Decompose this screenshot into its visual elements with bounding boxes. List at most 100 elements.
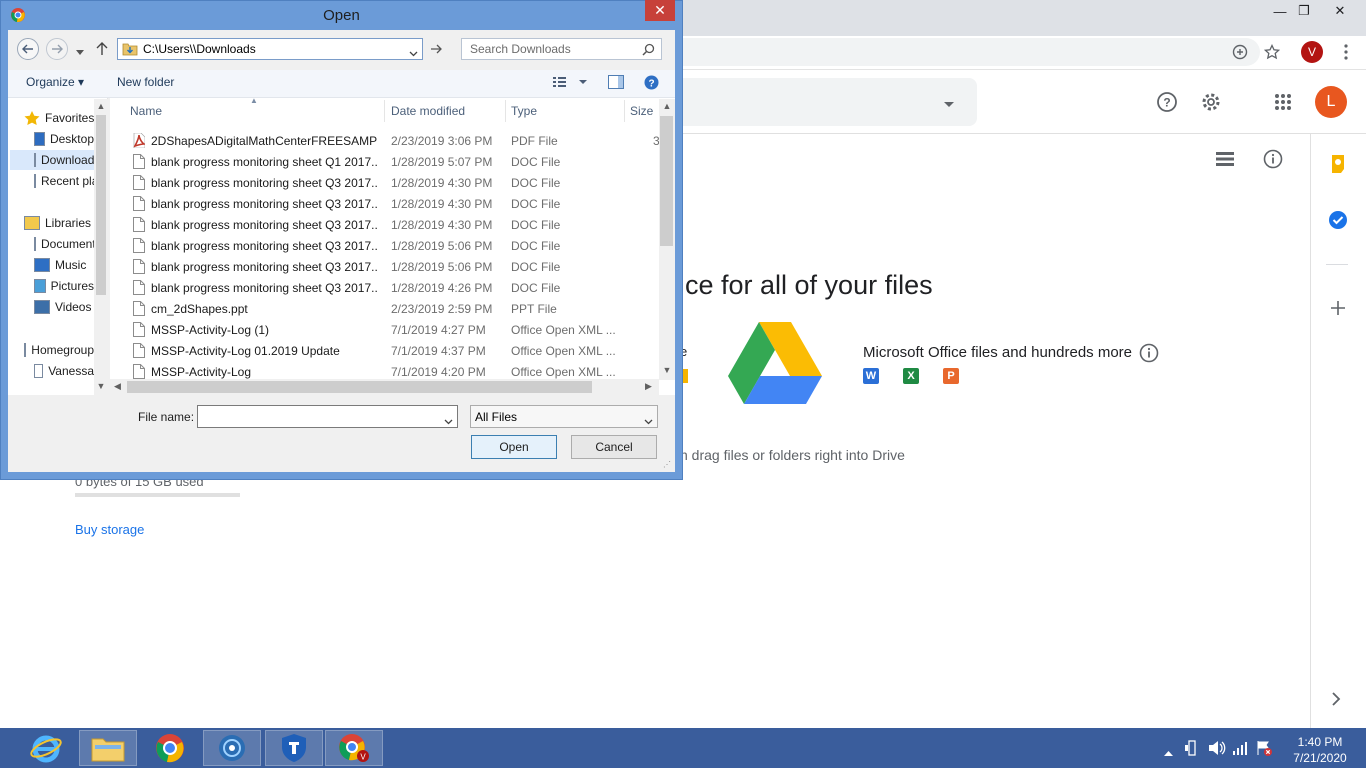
view-details-info-icon[interactable]: [1260, 146, 1286, 172]
back-button[interactable]: [17, 38, 39, 60]
file-explorer-icon[interactable]: [79, 730, 137, 766]
volume-icon[interactable]: [1208, 740, 1226, 759]
taskbar-clock[interactable]: 1:40 PM 7/21/2020: [1285, 734, 1355, 766]
change-view-icon[interactable]: [553, 76, 589, 91]
nav-scroll-down-icon[interactable]: ▼: [94, 381, 108, 391]
show-hidden-icons-chevron-icon[interactable]: [1164, 745, 1173, 759]
chrome-menu-icon[interactable]: [1336, 42, 1356, 62]
file-row[interactable]: blank progress monitoring sheet Q3 2017.…: [128, 235, 658, 256]
column-header-type[interactable]: Type: [511, 104, 537, 118]
nav-scroll-up-icon[interactable]: ▲: [94, 101, 108, 111]
file-row[interactable]: MSSP-Activity-Log (1) 7/1/2019 4:27 PM Off…: [128, 319, 658, 340]
keep-icon[interactable]: [1330, 155, 1346, 176]
column-divider[interactable]: [384, 100, 385, 122]
tray-device-icon[interactable]: [1184, 740, 1200, 759]
help-icon[interactable]: ?: [644, 75, 659, 93]
tasks-icon[interactable]: [1328, 210, 1348, 233]
column-divider[interactable]: [624, 100, 625, 122]
nav-item[interactable]: Music: [34, 255, 86, 275]
horizontal-scroll-thumb[interactable]: [127, 381, 592, 393]
file-type-select[interactable]: All Files: [470, 405, 658, 428]
scroll-right-icon[interactable]: ▶: [645, 381, 652, 392]
file-row[interactable]: MSSP-Activity-Log 01.2019 Update 7/1/2019…: [128, 340, 658, 361]
file-name-input[interactable]: [197, 405, 458, 428]
file-name-dropdown-icon[interactable]: [444, 414, 453, 428]
network-signal-icon[interactable]: [1232, 740, 1248, 759]
column-header-size[interactable]: Size: [630, 104, 653, 118]
nav-item[interactable]: Recent places: [34, 171, 94, 191]
file-scroll-thumb[interactable]: [660, 116, 673, 246]
column-header-date[interactable]: Date modified: [391, 104, 465, 118]
settings-gear-icon[interactable]: [1198, 89, 1224, 115]
nav-item[interactable]: Homegroup: [24, 340, 94, 360]
file-row[interactable]: 2DShapesADigitalMathCenterFREESAMPLE 2/23…: [128, 130, 660, 151]
file-type-dropdown-icon[interactable]: [644, 414, 653, 428]
nav-item[interactable]: Videos: [34, 297, 91, 317]
organize-menu[interactable]: Organize ▾: [26, 75, 84, 89]
address-path-field[interactable]: C:\Users\\Downloads: [117, 38, 423, 60]
file-row[interactable]: blank progress monitoring sheet Q1 2017.…: [128, 151, 658, 172]
mcafee-icon[interactable]: [265, 730, 323, 766]
file-row[interactable]: blank progress monitoring sheet Q3 2017.…: [128, 277, 658, 298]
downloads-folder-icon: [122, 42, 138, 56]
resize-grip-icon[interactable]: ⋰: [663, 460, 671, 469]
navigation-scrollbar[interactable]: ▲ ▼: [94, 99, 108, 395]
file-scroll-down-icon[interactable]: ▼: [659, 365, 675, 375]
nav-item[interactable]: Pictures: [34, 276, 94, 296]
file-type-value: All Files: [475, 409, 518, 424]
internet-explorer-icon[interactable]: [17, 730, 75, 766]
chrome-icon[interactable]: [141, 730, 199, 766]
nav-item[interactable]: Downloads: [10, 150, 94, 170]
help-icon[interactable]: ?: [1154, 89, 1180, 115]
browser-close-button[interactable]: ✕: [1318, 0, 1362, 22]
search-downloads-input[interactable]: Search Downloads: [461, 38, 662, 60]
new-folder-button[interactable]: New folder: [117, 75, 174, 89]
address-bar[interactable]: [640, 38, 1260, 66]
nav-item[interactable]: Desktop: [34, 129, 94, 149]
office-files-text: Microsoft Office files and hundreds more: [863, 344, 1133, 361]
nav-item[interactable]: Favorites: [24, 108, 94, 128]
column-header-name[interactable]: Name: [130, 104, 162, 118]
nav-item-label: Music: [55, 258, 87, 272]
file-row[interactable]: cm_2dShapes.ppt 2/23/2019 2:59 PM PPT File: [128, 298, 658, 319]
get-addons-plus-icon[interactable]: [1330, 300, 1346, 319]
nav-scroll-thumb[interactable]: [96, 115, 106, 295]
show-side-panel-chevron-icon[interactable]: [1331, 692, 1341, 709]
file-scroll-up-icon[interactable]: ▲: [659, 101, 675, 111]
column-divider[interactable]: [505, 100, 506, 122]
account-avatar[interactable]: L: [1315, 86, 1347, 118]
nav-item-label: Pictures: [50, 279, 94, 293]
up-folder-icon[interactable]: [96, 42, 108, 59]
list-view-icon[interactable]: [1212, 146, 1238, 172]
nav-item[interactable]: Vanessa: [34, 361, 94, 381]
file-date-cell: 7/1/2019 4:37 PM: [391, 344, 486, 358]
file-row[interactable]: blank progress monitoring sheet Q3 2017.…: [128, 256, 658, 277]
forward-button[interactable]: [46, 38, 68, 60]
search-options-dropdown-icon[interactable]: [943, 98, 955, 112]
apps-grid-icon[interactable]: [1270, 89, 1296, 115]
bookmark-star-icon[interactable]: [1262, 42, 1282, 62]
nav-item[interactable]: Documents: [34, 234, 94, 254]
file-type-cell: PDF File: [511, 134, 558, 148]
scroll-left-icon[interactable]: ◀: [114, 381, 121, 392]
drive-search-bar[interactable]: [640, 78, 977, 126]
file-row[interactable]: blank progress monitoring sheet Q3 2017.…: [128, 193, 658, 214]
dialog-close-button[interactable]: ✕: [645, 0, 675, 21]
go-arrow-icon[interactable]: [426, 38, 446, 60]
action-center-flag-icon[interactable]: [1256, 740, 1272, 759]
file-row[interactable]: blank progress monitoring sheet Q3 2017.…: [128, 172, 658, 193]
svg-text:V: V: [360, 753, 366, 762]
cancel-button[interactable]: Cancel: [571, 435, 657, 459]
chrome-profile-icon[interactable]: V: [325, 730, 383, 766]
buy-storage-link[interactable]: Buy storage: [75, 522, 144, 537]
info-circle-icon[interactable]: [1139, 343, 1159, 366]
nav-item[interactable]: Libraries: [24, 213, 91, 233]
file-row[interactable]: blank progress monitoring sheet Q3 2017.…: [128, 214, 658, 235]
zoom-icon[interactable]: [1230, 42, 1250, 62]
chrome-profile-avatar[interactable]: V: [1301, 41, 1323, 63]
open-button[interactable]: Open: [471, 435, 557, 459]
app-icon[interactable]: [203, 730, 261, 766]
recent-locations-dropdown-icon[interactable]: [76, 45, 84, 59]
address-dropdown-icon[interactable]: [409, 46, 418, 60]
preview-pane-icon[interactable]: [608, 75, 624, 92]
